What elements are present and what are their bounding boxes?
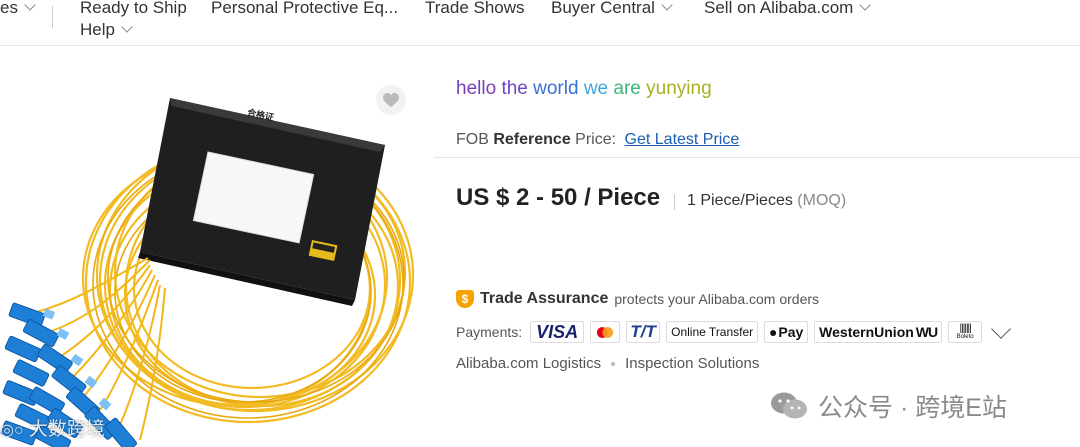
divider	[434, 157, 1080, 158]
nav-item-ready-to-ship[interactable]: Ready to Ship	[80, 0, 187, 18]
apple-logo-icon: ●	[768, 324, 778, 340]
minimum-order-quantity: 1 Piece/Pieces (MOQ)	[687, 192, 846, 210]
title-word: yunying	[646, 78, 712, 99]
nav-item-label: Sell on Alibaba.com	[704, 0, 854, 17]
fob-reference-price: FOB Reference Price: Get Latest Price	[456, 131, 739, 149]
nav-item-label: es	[0, 0, 18, 17]
nav-item-label: Ready to Ship	[80, 0, 187, 17]
watermark-text: 公众号 · 跨境E站	[818, 394, 1007, 422]
inspection-solutions-link[interactable]: Inspection Solutions	[625, 355, 759, 372]
apple-pay-label: Pay	[778, 324, 804, 340]
trade-assurance-description: protects your Alibaba.com orders	[614, 291, 820, 307]
payment-methods: Payments: VISA T/T Online Transfer ● Pay …	[456, 319, 1012, 344]
mastercard-icon[interactable]	[590, 321, 621, 343]
western-union-icon[interactable]: WesternUnion WU	[814, 321, 943, 343]
fob-prefix: FOB	[456, 131, 489, 148]
nav-item-label: Buyer Central	[551, 0, 655, 17]
nav-item-buyer-central[interactable]: Buyer Central	[551, 0, 673, 18]
get-latest-price-link[interactable]: Get Latest Price	[625, 131, 740, 148]
trade-assurance-name: Trade Assurance	[480, 290, 609, 307]
visa-icon[interactable]: VISA	[530, 321, 585, 343]
heart-icon	[383, 92, 399, 107]
title-word: are	[613, 78, 641, 99]
watermark-text: 大数跨境	[28, 419, 105, 440]
nav-item-label: Personal Protective Eq...	[211, 0, 399, 17]
watermark-logo-icon: ◎○	[0, 422, 24, 439]
price-range: US $ 2 - 50 / Piece	[456, 184, 661, 211]
nav-item-label: Trade Shows	[425, 0, 525, 17]
chevron-down-icon[interactable]	[991, 319, 1012, 339]
chevron-down-icon	[859, 0, 871, 11]
price-separator	[674, 194, 675, 210]
trade-assurance-shield-icon: $	[456, 290, 474, 308]
title-word: we	[583, 78, 609, 99]
title-word: hello	[456, 78, 497, 99]
title-word: world	[533, 78, 579, 99]
alibaba-logistics-link[interactable]: Alibaba.com Logistics	[456, 355, 601, 372]
wechat-watermark: 公众号 · 跨境E站	[770, 388, 1007, 424]
top-navigation: es Ready to Ship Personal Protective Eq.…	[0, 0, 1080, 46]
online-transfer-icon[interactable]: Online Transfer	[666, 321, 759, 343]
wechat-icon	[771, 392, 807, 419]
product-title: hello the world we are yunying	[456, 78, 712, 100]
moq-label: (MOQ)	[797, 192, 847, 209]
product-image[interactable]: 合格证 盒式封装光分路器 1*32PLC CompactOpticalSplit…	[0, 60, 420, 447]
chevron-down-icon	[121, 21, 133, 33]
separator-dot	[611, 361, 616, 366]
boleto-icon[interactable]: ||||||| Boleto	[948, 321, 983, 343]
favorite-button[interactable]	[376, 85, 406, 115]
payments-label: Payments:	[456, 324, 523, 340]
chevron-down-icon	[661, 0, 673, 11]
nav-item-personal-protective[interactable]: Personal Protective Eq...	[211, 0, 398, 18]
nav-divider	[52, 6, 53, 28]
fob-suffix: Price:	[575, 131, 617, 148]
tt-transfer-icon[interactable]: T/T	[626, 321, 661, 343]
title-word: the	[501, 78, 528, 99]
barcode-icon: |||||||	[959, 323, 972, 334]
trade-assurance[interactable]: $ Trade Assurance protects your Alibaba.…	[456, 290, 819, 308]
mastercard-circles-icon	[597, 326, 614, 338]
moq-value: 1 Piece/Pieces	[687, 192, 793, 209]
chevron-down-icon	[24, 0, 36, 11]
nav-item-help[interactable]: Help	[80, 20, 133, 40]
nav-item-trade-shows[interactable]: Trade Shows	[425, 0, 525, 18]
nav-item-sell-on-alibaba[interactable]: Sell on Alibaba.com	[704, 0, 871, 18]
nav-item-categories[interactable]: es	[0, 0, 36, 18]
nav-item-label: Help	[80, 20, 115, 39]
apple-pay-icon[interactable]: ● Pay	[764, 321, 809, 343]
image-watermark: ◎○ 大数跨境	[0, 414, 105, 441]
service-links: Alibaba.com Logistics Inspection Solutio…	[456, 355, 759, 372]
western-union-label: WesternUnion	[819, 324, 914, 340]
wu-label: WU	[915, 324, 938, 340]
fob-bold: Reference	[493, 131, 571, 148]
boleto-label: Boleto	[956, 334, 974, 340]
